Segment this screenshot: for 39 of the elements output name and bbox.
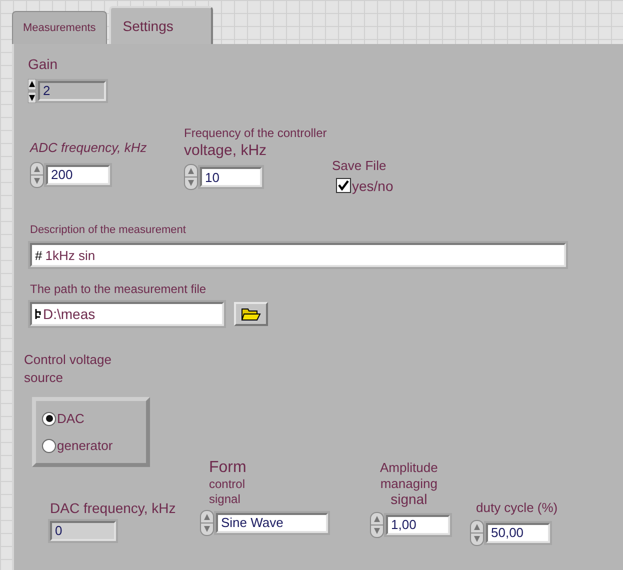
text-type-icon: # [35, 248, 42, 263]
radio-option[interactable]: DAC [42, 411, 140, 426]
field-label: DAC frequency, kHz [50, 500, 176, 517]
path-field[interactable]: D:\meas [30, 302, 224, 326]
field-label: managing [380, 476, 438, 492]
tab[interactable]: Measurements [12, 11, 107, 44]
checkbox[interactable] [336, 178, 351, 194]
field-label: Description of the measurement [30, 224, 187, 238]
field-label: signal [209, 492, 242, 506]
field-label: Amplitude [380, 460, 438, 476]
spinner-icon[interactable] [28, 78, 36, 103]
tab[interactable]: Settings [108, 6, 213, 44]
field-label: ADC frequency, kHz [30, 140, 147, 156]
input-field[interactable]: # 1kHz sin [30, 243, 566, 268]
path-icon [35, 308, 42, 320]
field-label: Save File [332, 158, 388, 174]
field-label: control [209, 477, 246, 492]
input-field[interactable]: Sine Wave [216, 512, 328, 533]
field-label: Form [209, 458, 248, 478]
input-field[interactable]: 50,00 [486, 522, 550, 543]
checkmark-icon [337, 179, 350, 192]
field-label: Gain [28, 56, 59, 73]
input-field[interactable]: 1,00 [386, 514, 450, 535]
field-label: Frequency of the controller [184, 126, 327, 140]
radio-option[interactable]: generator [42, 438, 140, 454]
field-label: The path to the measurement file [30, 282, 208, 296]
field-value: 1kHz sin [45, 248, 96, 263]
field-label: source [24, 370, 64, 386]
input-field[interactable]: 10 [200, 167, 262, 188]
input-field[interactable]: 200 [46, 164, 110, 185]
input-field[interactable]: 2 [38, 80, 106, 101]
folder-icon [241, 308, 261, 321]
field-label: duty cycle (%) [476, 500, 558, 516]
field-label: Control voltage [24, 352, 112, 368]
field-label: voltage, kHz [184, 142, 268, 160]
field-label: signal [390, 491, 428, 508]
numeric-indicator[interactable]: 0 [50, 520, 116, 541]
checkbox-label: yes/no [352, 178, 394, 194]
browse-button[interactable] [234, 302, 268, 326]
